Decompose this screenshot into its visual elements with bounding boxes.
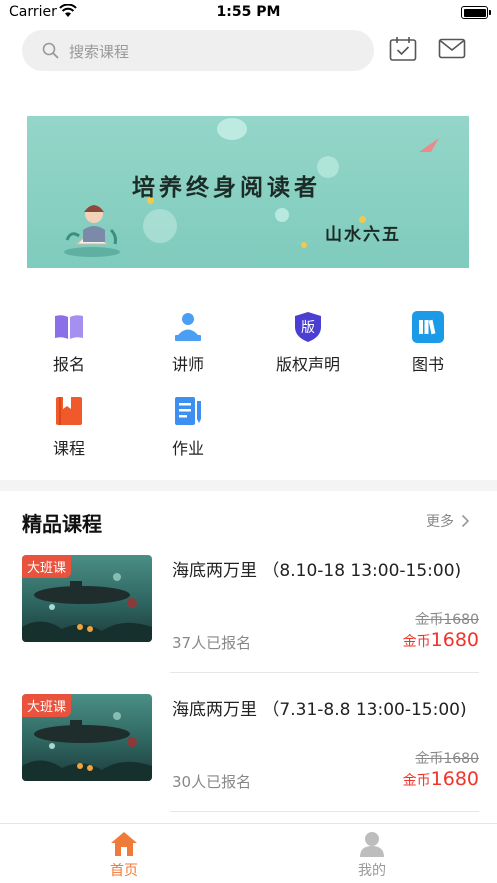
price-amount: 1680 (430, 629, 479, 651)
course-title: 海底两万里 （7.31-8.8 13:00-15:00) (172, 700, 467, 720)
row-divider (170, 672, 479, 673)
course-enrolled: 37人已报名 (172, 634, 252, 652)
grid-item-copyright[interactable]: 版 版权声明 (258, 311, 358, 381)
chevron-right-icon[interactable] (461, 514, 470, 528)
profile-icon (360, 832, 384, 857)
grid-label: 图书 (411, 355, 444, 374)
banner-bubble (143, 209, 177, 243)
home-icon (111, 832, 137, 856)
course-original-price: 金币1680 (415, 751, 479, 767)
grid-item-course[interactable]: 课程 (19, 395, 119, 465)
course-thumbnail: 大班课 (22, 694, 152, 781)
grid-label: 讲师 (171, 355, 204, 374)
promo-banner[interactable]: 培养终身阅读者 山水六五 (27, 116, 469, 268)
course-price: 金币1680 (403, 768, 479, 790)
svg-text:版: 版 (301, 320, 315, 336)
course-enrolled: 30人已报名 (172, 773, 252, 791)
grid-item-lecturer[interactable]: 讲师 (138, 311, 238, 381)
mail-icon[interactable] (438, 38, 466, 59)
copyright-shield-icon: 版 (295, 312, 321, 342)
grid-label: 课程 (52, 439, 85, 458)
search-icon (42, 42, 59, 59)
course-card[interactable]: 大班课 海底两万里 （7.31-8.8 13:00-15:00) 30人已报名 … (22, 694, 479, 794)
calendar-check-icon[interactable] (389, 36, 417, 62)
homework-icon (175, 397, 201, 425)
banner-bubble (301, 242, 307, 248)
course-title: 海底两万里 （8.10-18 13:00-15:00) (172, 561, 462, 581)
banner-title: 培养终身阅读者 (132, 174, 321, 201)
course-card[interactable]: 大班课 海底两万里 （8.10-18 13:00-15:00) 37人已报名 金… (22, 555, 479, 655)
banner-subtitle: 山水六五 (325, 225, 401, 245)
price-unit: 金币 (402, 773, 431, 789)
grid-label: 报名 (52, 355, 85, 374)
reading-child-illustration-icon (64, 205, 120, 257)
books-icon (412, 311, 444, 343)
more-link[interactable]: 更多 (426, 511, 454, 531)
course-original-price: 金币1680 (415, 612, 479, 628)
grid-label: 版权声明 (275, 355, 340, 374)
price-amount: 1680 (430, 768, 479, 790)
open-book-icon (55, 315, 83, 339)
lecturer-icon (175, 313, 201, 341)
course-tag: 大班课 (22, 555, 72, 578)
course-thumbnail: 大班课 (22, 555, 152, 642)
status-bar: Carrier 1:55 PM (0, 0, 497, 26)
grid-item-books[interactable]: 图书 (378, 311, 478, 381)
tab-label: 我的 (358, 863, 386, 879)
banner-leaf-icon (419, 138, 439, 152)
price-unit: 金币 (402, 634, 431, 650)
course-tag: 大班课 (22, 694, 72, 717)
banner-bubble (217, 118, 247, 140)
section-title: 精品课程 (22, 512, 102, 536)
tab-profile[interactable]: 我的 (248, 824, 496, 883)
search-bar[interactable]: 搜索课程 (22, 30, 374, 71)
grid-item-signup[interactable]: 报名 (19, 311, 119, 381)
grid-item-homework[interactable]: 作业 (138, 395, 238, 465)
status-time: 1:55 PM (216, 4, 281, 20)
battery-icon (461, 6, 491, 19)
course-book-icon (56, 397, 82, 425)
tab-bar: 首页 我的 (0, 823, 497, 883)
tab-label: 首页 (110, 863, 138, 879)
course-price: 金币1680 (403, 629, 479, 651)
grid-label: 作业 (171, 439, 204, 458)
section-divider (0, 480, 497, 491)
search-placeholder: 搜索课程 (69, 43, 130, 61)
row-divider (170, 811, 479, 812)
banner-bubble (275, 208, 289, 222)
tab-home[interactable]: 首页 (0, 824, 248, 883)
